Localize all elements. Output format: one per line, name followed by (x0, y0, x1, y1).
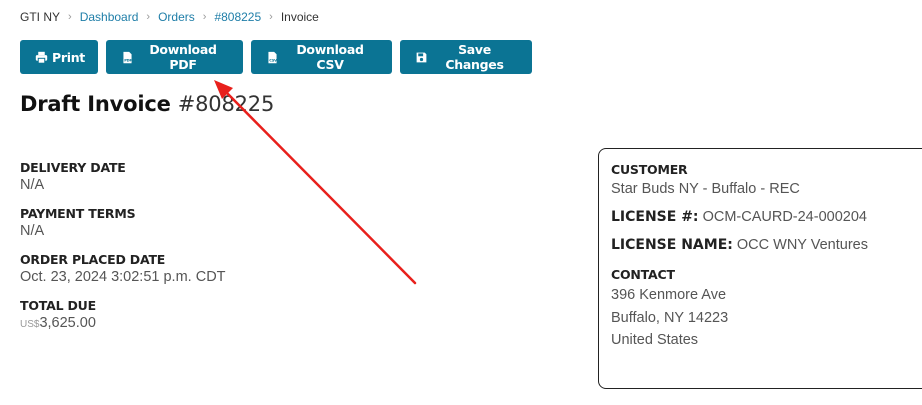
svg-text:PDF: PDF (124, 58, 132, 62)
printer-icon (35, 51, 48, 64)
license-number-row: LICENSE #: OCM-CAURD-24-000204 (611, 209, 922, 225)
delivery-date-field: DELIVERY DATE N/A (20, 160, 226, 193)
total-due-value: US$3,625.00 (20, 315, 226, 331)
chevron-right-icon: › (202, 11, 207, 23)
contact-label: CONTACT (611, 267, 675, 282)
breadcrumb-current: Invoice (280, 10, 319, 24)
address-line-3: United States (611, 332, 699, 348)
download-csv-label: Download CSV (296, 42, 364, 72)
customer-name: Star Buds NY - Buffalo - REC (611, 181, 800, 197)
print-button[interactable]: Print (20, 40, 98, 74)
breadcrumb: GTI NY › Dashboard › Orders › #808225 › … (20, 10, 319, 24)
license-number-label: LICENSE #: (611, 209, 699, 225)
page-title-text: Draft Invoice (20, 92, 171, 116)
invoice-details: DELIVERY DATE N/A PAYMENT TERMS N/A ORDE… (20, 160, 226, 344)
save-changes-button[interactable]: Save Changes (400, 40, 532, 74)
floppy-disk-icon (415, 51, 428, 64)
download-pdf-label: Download PDF (149, 42, 217, 72)
total-due-label: TOTAL DUE (20, 298, 96, 313)
address-line-2: Buffalo, NY 14223 (611, 309, 729, 326)
customer-label: CUSTOMER (611, 162, 688, 177)
download-pdf-button[interactable]: PDF Download PDF (106, 40, 243, 74)
license-number-value: OCM-CAURD-24-000204 (702, 209, 867, 225)
download-csv-button[interactable]: CSV Download CSV (251, 40, 392, 74)
breadcrumb-orders-link[interactable]: Orders (158, 10, 195, 24)
chevron-right-icon: › (68, 11, 72, 23)
breadcrumb-dashboard-link[interactable]: Dashboard (80, 10, 139, 24)
total-due-amount: 3,625.00 (39, 315, 96, 331)
address-line-1: 396 Kenmore Ave (611, 287, 727, 303)
breadcrumb-root: GTI NY (20, 10, 61, 24)
invoice-number: #808225 (177, 92, 275, 116)
order-placed-label: ORDER PLACED DATE (20, 252, 166, 267)
print-button-label: Print (52, 49, 85, 65)
csv-file-icon: CSV (266, 51, 279, 64)
payment-terms-label: PAYMENT TERMS (20, 206, 136, 221)
customer-card: CUSTOMER Star Buds NY - Buffalo - REC LI… (598, 148, 922, 389)
license-name-value: OCC WNY Ventures (736, 237, 868, 253)
svg-text:CSV: CSV (269, 58, 277, 62)
currency-code: US$ (20, 319, 40, 330)
save-changes-label: Save Changes (445, 42, 504, 72)
delivery-date-value: N/A (20, 177, 45, 193)
order-placed-value: Oct. 23, 2024 3:02:51 p.m. CDT (20, 269, 226, 285)
invoice-toolbar: Print PDF Download PDF CSV Download CSV … (20, 40, 532, 74)
payment-terms-value: N/A (20, 223, 45, 239)
contact-block: CONTACT 396 Kenmore Ave Buffalo, NY 1422… (611, 267, 922, 352)
total-due-field: TOTAL DUE US$3,625.00 (20, 298, 226, 331)
license-name-row: LICENSE NAME: OCC WNY Ventures (611, 237, 922, 253)
payment-terms-field: PAYMENT TERMS N/A (20, 206, 226, 239)
license-name-label: LICENSE NAME: (611, 237, 733, 253)
breadcrumb-order-link[interactable]: #808225 (214, 10, 261, 24)
pdf-file-icon: PDF (121, 51, 134, 64)
chevron-right-icon: › (269, 11, 273, 23)
page-title: Draft Invoice #808225 (20, 92, 274, 116)
order-placed-field: ORDER PLACED DATE Oct. 23, 2024 3:02:51 … (20, 252, 226, 285)
chevron-right-icon: › (146, 11, 151, 23)
delivery-date-label: DELIVERY DATE (20, 160, 126, 175)
